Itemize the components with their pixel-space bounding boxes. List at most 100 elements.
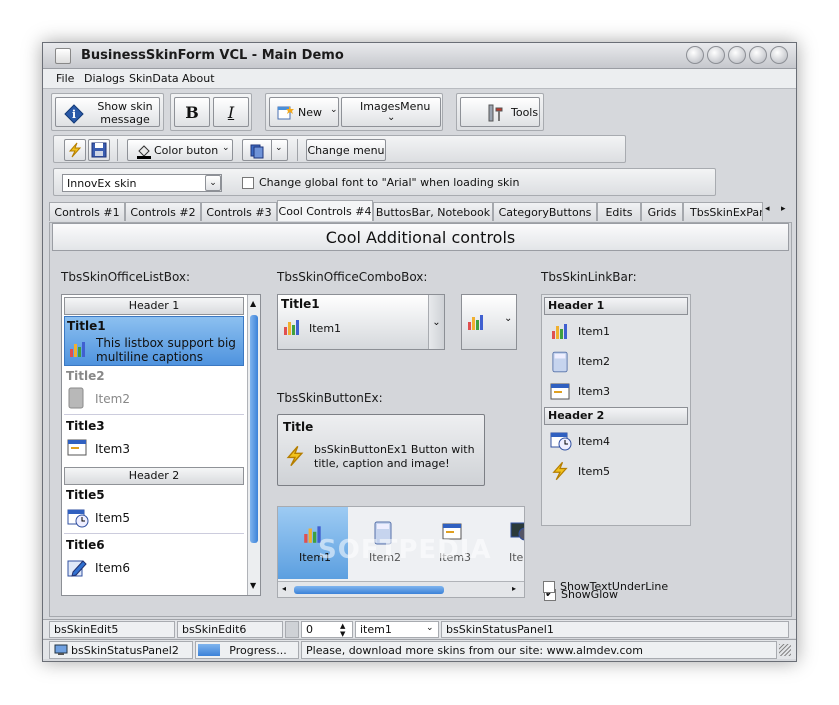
image-bar-item[interactable]: Ite: [488, 507, 524, 579]
scroll-up-icon[interactable]: ▲: [250, 299, 256, 308]
linkbar-item[interactable]: Item1: [550, 321, 680, 343]
images-menu-button[interactable]: ImagesMenu ⌄: [341, 97, 441, 127]
save-button[interactable]: [88, 139, 110, 161]
tab-controls-2[interactable]: Controls #2: [125, 202, 201, 221]
info-diamond-icon: i: [64, 104, 84, 124]
office-listbox-label: TbsSkinOfficeListBox:: [61, 270, 191, 284]
tab-scroll-right-icon[interactable]: ▸: [781, 204, 786, 214]
linkbar-item[interactable]: Item2: [550, 351, 680, 373]
tab-buttosbar-notebook[interactable]: ButtosBar, Notebook: [373, 202, 493, 221]
office-listbox[interactable]: Header 1 Title1 This listbox support big…: [61, 294, 261, 596]
show-skin-message-button[interactable]: i Show skin message: [55, 97, 160, 127]
list-item-selected[interactable]: Title1 This listbox support big multilin…: [64, 316, 244, 366]
italic-button[interactable]: I: [213, 97, 249, 127]
scroll-right-icon[interactable]: ▸: [512, 584, 516, 593]
status-button[interactable]: [285, 621, 299, 638]
title-bar[interactable]: BusinessSkinForm VCL - Main Demo: [43, 43, 796, 69]
listbox-header-1: Header 1: [64, 297, 244, 315]
list-item[interactable]: Title5 Item5: [64, 486, 244, 534]
status-bar-2: bsSkinStatusPanel2 Progress... Please, d…: [43, 639, 796, 659]
chevron-down-icon[interactable]: ⌄: [504, 313, 512, 324]
bar-chart-icon: [468, 315, 483, 330]
edit5-field[interactable]: bsSkinEdit5: [49, 621, 175, 638]
list-item-text: Item3: [95, 442, 130, 456]
menu-about[interactable]: About: [182, 72, 215, 85]
window-button-4[interactable]: [749, 46, 767, 64]
size-grip-icon[interactable]: [779, 644, 791, 656]
close-button[interactable]: [770, 46, 788, 64]
show-skin-message-label: Show skin message: [97, 100, 153, 126]
image-bar[interactable]: Item1 Item2 Item3 Ite SOFTPEDIA ◂ ▸: [277, 506, 525, 598]
lightning-icon: [68, 142, 82, 158]
office-combobox-compact[interactable]: ⌄: [461, 294, 517, 350]
combobox-title: Title1: [281, 297, 320, 311]
listbox-header-2: Header 2: [64, 467, 244, 485]
change-font-checkbox[interactable]: [242, 177, 254, 189]
status-panel-2-label: bsSkinStatusPanel2: [71, 643, 179, 657]
window-button-2[interactable]: [707, 46, 725, 64]
list-item[interactable]: Title3 Item3: [64, 417, 244, 465]
show-text-underline-checkbox[interactable]: [543, 581, 555, 593]
linkbar-item[interactable]: Item5: [550, 461, 680, 483]
menu-skindata[interactable]: SkinData: [129, 72, 179, 85]
buttonex[interactable]: Title bsSkinButtonEx1 Button with title,…: [277, 414, 485, 486]
new-button[interactable]: New ⌄: [269, 97, 339, 127]
tab-controls-1[interactable]: Controls #1: [49, 202, 125, 221]
status-combo[interactable]: item1 ⌄: [355, 621, 439, 638]
linkbar-header-1[interactable]: Header 1: [544, 297, 688, 315]
lightning-icon: [286, 445, 304, 467]
status-panel-1: bsSkinStatusPanel1: [441, 621, 789, 638]
chevron-down-icon[interactable]: ⌄: [426, 623, 434, 633]
app-icon[interactable]: [55, 48, 71, 64]
color-button[interactable]: Color buton ⌄: [127, 139, 233, 161]
tab-tbsskinexpan[interactable]: TbsSkinExPan: [683, 202, 763, 221]
skin-select[interactable]: InnovEx skin ⌄: [62, 174, 222, 192]
window-button-3[interactable]: [728, 46, 746, 64]
tab-edits[interactable]: Edits: [597, 202, 641, 221]
edit6-field[interactable]: bsSkinEdit6: [177, 621, 283, 638]
list-item[interactable]: Title6 Item6: [64, 536, 244, 586]
lightning-button[interactable]: [64, 139, 86, 161]
spin-arrows-icon[interactable]: ▲ ▼: [340, 622, 345, 638]
office-combobox[interactable]: Title1 Item1 ⌄: [277, 294, 445, 350]
menu-dialogs[interactable]: Dialogs: [84, 72, 125, 85]
tools-button[interactable]: Tools: [460, 97, 540, 127]
change-menu-button[interactable]: Change menu: [306, 139, 386, 161]
linkbar-header-2[interactable]: Header 2: [544, 407, 688, 425]
image-bar-scroll-thumb[interactable]: [294, 586, 444, 594]
monitor-icon: [54, 644, 68, 655]
toolbar1-panel-b: B I: [170, 93, 252, 131]
bar-chart-icon: [552, 324, 567, 339]
image-bar-scrollbar[interactable]: ◂ ▸: [278, 581, 524, 597]
chevron-down-icon[interactable]: ⌄: [275, 143, 283, 153]
linkbar-item[interactable]: Item4: [550, 431, 680, 453]
lightning-icon: [552, 461, 568, 481]
listbox-scrollbar[interactable]: ▲ ▼: [247, 295, 260, 595]
tab-grids[interactable]: Grids: [641, 202, 683, 221]
split-tool-button[interactable]: ⌄: [242, 139, 288, 161]
tools-label: Tools: [511, 106, 539, 119]
listbox-scroll-thumb[interactable]: [250, 315, 258, 543]
office-combobox-label: TbsSkinOfficeComboBox:: [277, 270, 428, 284]
bold-button[interactable]: B: [174, 97, 210, 127]
calculator-icon: [68, 387, 84, 409]
chevron-down-icon[interactable]: ⌄: [428, 295, 444, 349]
list-item[interactable]: Title2 Item2: [64, 367, 244, 415]
toolbar1-panel-a: i Show skin message: [51, 93, 164, 131]
menu-bar: File Dialogs SkinData About: [43, 69, 796, 89]
scroll-down-icon[interactable]: ▼: [250, 581, 256, 590]
window-button-1[interactable]: [686, 46, 704, 64]
chevron-down-icon[interactable]: ⌄: [205, 175, 221, 191]
window-icon: [67, 439, 87, 456]
tab-cool-controls-4[interactable]: Cool Controls #4: [277, 200, 373, 221]
spin-edit[interactable]: 0 ▲ ▼: [301, 621, 353, 638]
split-divider: [271, 140, 272, 160]
tab-controls-3[interactable]: Controls #3: [201, 202, 277, 221]
paint-bucket-icon: [137, 145, 151, 159]
tab-category-buttons[interactable]: CategoryButtons: [493, 202, 597, 221]
tab-scroll-left-icon[interactable]: ◂: [765, 204, 770, 214]
page-heading: Cool Additional controls: [52, 223, 789, 251]
menu-file[interactable]: File: [56, 72, 74, 85]
linkbar-item[interactable]: Item3: [550, 381, 680, 403]
scroll-left-icon[interactable]: ◂: [282, 584, 286, 593]
